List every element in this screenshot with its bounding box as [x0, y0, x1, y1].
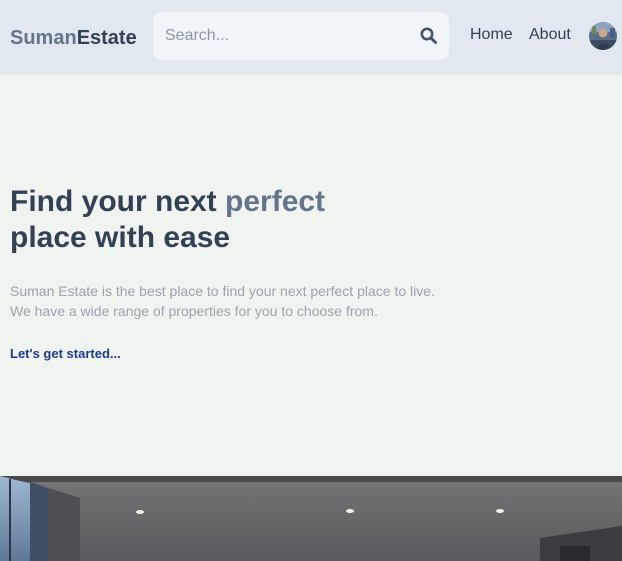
logo[interactable]: SumanEstate [10, 26, 137, 50]
search-form [153, 12, 449, 60]
get-started-link[interactable]: Let's get started... [10, 345, 121, 363]
search-input[interactable] [153, 12, 409, 60]
avatar-image [589, 22, 617, 50]
hero-description-line2: We have a wide range of properties for y… [10, 303, 378, 319]
hero-title-line2: place with ease [10, 221, 231, 254]
hero-description-line1: Suman Estate is the best place to find y… [10, 283, 435, 299]
nav-home-link[interactable]: Home [470, 25, 513, 45]
search-button[interactable] [419, 26, 439, 46]
building-photo [0, 476, 622, 561]
header: SumanEstate Home About [0, 0, 622, 72]
search-icon [420, 27, 437, 44]
user-avatar[interactable] [589, 22, 617, 50]
logo-part-suman: Suman [10, 27, 77, 49]
hero-title: Find your next perfect place with ease [10, 184, 325, 256]
listing-image-banner [0, 476, 622, 561]
logo-part-estate: Estate [76, 27, 137, 49]
hero-title-accent: perfect [225, 185, 326, 218]
nav-about-link[interactable]: About [529, 25, 571, 45]
hero-title-start: Find your next [10, 185, 226, 218]
hero-description: Suman Estate is the best place to find y… [10, 281, 435, 321]
